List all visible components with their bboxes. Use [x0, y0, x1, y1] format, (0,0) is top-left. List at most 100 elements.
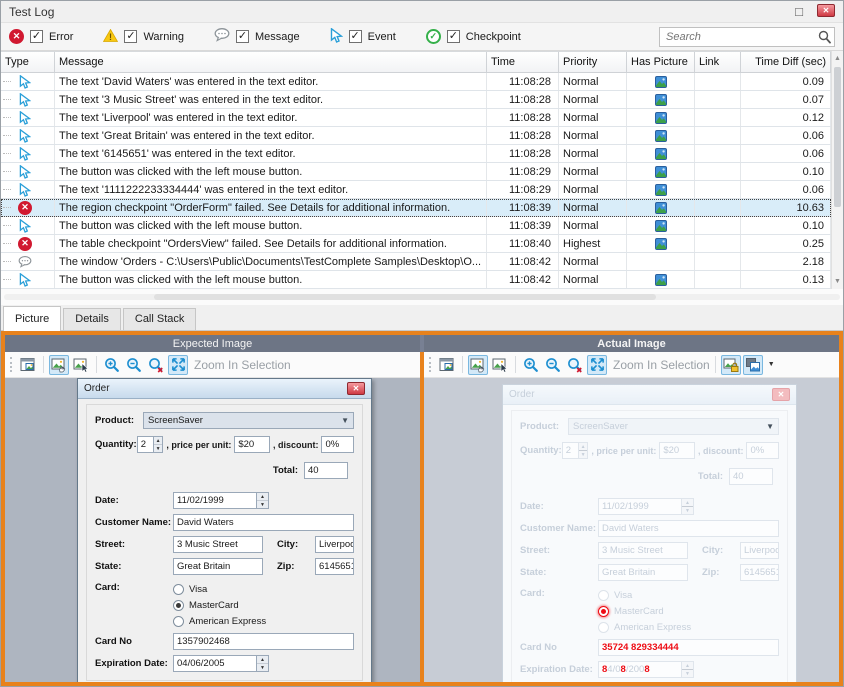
city-field[interactable]: Liverpool: [315, 536, 354, 553]
zoom-in-selection-button[interactable]: [587, 355, 607, 375]
radio-icon[interactable]: [173, 600, 184, 611]
expiration-stepper[interactable]: ▲▼: [257, 655, 269, 672]
state-field[interactable]: Great Britain: [173, 558, 263, 575]
date-stepper[interactable]: ▲▼: [682, 498, 694, 515]
zoom-in-selection-button[interactable]: [168, 355, 188, 375]
warning-checkbox[interactable]: [124, 30, 137, 43]
city-field[interactable]: Liverpool: [740, 542, 779, 559]
table-row[interactable]: The text '6145651' was entered in the te…: [1, 145, 831, 163]
select-mode-button[interactable]: [71, 355, 91, 375]
scrollbar-thumb[interactable]: [834, 67, 841, 207]
table-row[interactable]: The button was clicked with the left mou…: [1, 271, 831, 289]
table-row[interactable]: The window 'Orders - C:\Users\Public\Doc…: [1, 253, 831, 271]
col-type[interactable]: Type: [1, 52, 55, 72]
customer-name-field[interactable]: David Waters: [173, 514, 354, 531]
tab-call-stack[interactable]: Call Stack: [123, 308, 197, 330]
expiration-date-field[interactable]: 04/06/2005: [173, 655, 257, 672]
toolbar-grip[interactable]: [429, 357, 431, 372]
col-has-picture[interactable]: Has Picture: [627, 52, 695, 72]
product-dropdown[interactable]: ScreenSaver ▼: [143, 412, 354, 429]
table-row[interactable]: The text 'Liverpool' was entered in the …: [1, 109, 831, 127]
col-link[interactable]: Link: [695, 52, 741, 72]
date-field[interactable]: 11/02/1999: [173, 492, 257, 509]
state-field[interactable]: Great Britain: [598, 564, 688, 581]
date-stepper[interactable]: ▲▼: [257, 492, 269, 509]
select-mode-button[interactable]: [490, 355, 510, 375]
expected-image-canvas[interactable]: Order Product: ScreenSaver ▼: [5, 378, 420, 682]
col-time-diff[interactable]: Time Diff (sec): [741, 52, 831, 72]
toolbar-grip[interactable]: [10, 357, 12, 372]
quantity-field[interactable]: 2: [562, 442, 579, 459]
pan-mode-button[interactable]: [468, 355, 488, 375]
col-message[interactable]: Message: [55, 52, 487, 72]
view-actual-size-button[interactable]: [18, 355, 38, 375]
table-row[interactable]: The text '1111222233334444' was entered …: [1, 181, 831, 199]
checkpoint-checkbox[interactable]: [447, 30, 460, 43]
col-priority[interactable]: Priority: [559, 52, 627, 72]
quantity-stepper[interactable]: ▲▼: [579, 442, 588, 459]
radio-icon[interactable]: [598, 622, 609, 633]
radio-icon[interactable]: [173, 616, 184, 627]
zip-field[interactable]: 6145651: [315, 558, 354, 575]
sync-scroll-lock-button[interactable]: [721, 355, 741, 375]
total-field[interactable]: 40: [729, 468, 773, 485]
quantity-stepper[interactable]: ▲▼: [154, 436, 163, 453]
actual-image-canvas[interactable]: Order Product: ScreenSaver ▼: [424, 378, 839, 682]
tab-picture[interactable]: Picture: [3, 306, 61, 331]
product-dropdown[interactable]: ScreenSaver ▼: [568, 418, 779, 435]
table-row[interactable]: The button was clicked with the left mou…: [1, 163, 831, 181]
radio-icon[interactable]: [598, 590, 609, 601]
message-checkbox[interactable]: [236, 30, 249, 43]
zoom-out-button[interactable]: [543, 355, 563, 375]
search-input[interactable]: [659, 27, 835, 47]
h-scrollbar-thumb[interactable]: [154, 294, 656, 300]
close-icon[interactable]: [817, 4, 835, 17]
event-checkbox[interactable]: [349, 30, 362, 43]
table-row[interactable]: The button was clicked with the left mou…: [1, 217, 831, 235]
scroll-up-icon[interactable]: ▲: [832, 51, 843, 66]
discount-field[interactable]: 0%: [321, 436, 354, 453]
card-option-american-express[interactable]: American Express: [173, 614, 266, 629]
view-comparison-mode-button[interactable]: [743, 355, 763, 375]
table-row[interactable]: The text 'David Waters' was entered in t…: [1, 73, 831, 91]
street-field[interactable]: 3 Music Street: [598, 542, 688, 559]
scroll-down-icon[interactable]: ▼: [832, 274, 843, 289]
horizontal-scrollbar[interactable]: [1, 289, 843, 305]
radio-icon[interactable]: [598, 606, 609, 617]
quantity-field[interactable]: 2: [137, 436, 154, 453]
date-field[interactable]: 11/02/1999: [598, 498, 682, 515]
dropdown-arrow-icon[interactable]: ▼: [765, 361, 778, 368]
table-row[interactable]: The text '3 Music Street' was entered in…: [1, 91, 831, 109]
expiration-date-field[interactable]: 84/08/2008: [598, 661, 682, 678]
card-option-american-express[interactable]: American Express: [598, 620, 691, 635]
pan-mode-button[interactable]: [49, 355, 69, 375]
dialog-close-icon[interactable]: [347, 382, 365, 395]
total-field[interactable]: 40: [304, 462, 348, 479]
error-checkbox[interactable]: [30, 30, 43, 43]
discount-field[interactable]: 0%: [746, 442, 779, 459]
maximize-icon[interactable]: [791, 4, 807, 20]
dialog-close-icon[interactable]: [772, 388, 790, 401]
card-no-field[interactable]: 35724 829334444: [598, 639, 779, 656]
vertical-scrollbar[interactable]: ▲ ▼: [831, 51, 843, 289]
zoom-in-button[interactable]: [102, 355, 122, 375]
card-option-mastercard[interactable]: MasterCard: [173, 598, 266, 613]
table-row[interactable]: The text 'Great Britain' was entered in …: [1, 127, 831, 145]
zoom-reset-button[interactable]: [146, 355, 166, 375]
zoom-reset-button[interactable]: [565, 355, 585, 375]
card-option-visa[interactable]: Visa: [598, 588, 691, 603]
col-time[interactable]: Time: [487, 52, 559, 72]
street-field[interactable]: 3 Music Street: [173, 536, 263, 553]
table-row[interactable]: The table checkpoint "OrdersView" failed…: [1, 235, 831, 253]
expiration-stepper[interactable]: ▲▼: [682, 661, 694, 678]
customer-name-field[interactable]: David Waters: [598, 520, 779, 537]
tab-details[interactable]: Details: [63, 308, 121, 330]
price-per-unit-field[interactable]: $20: [659, 442, 695, 459]
card-option-visa[interactable]: Visa: [173, 582, 266, 597]
zoom-out-button[interactable]: [124, 355, 144, 375]
price-per-unit-field[interactable]: $20: [234, 436, 270, 453]
radio-icon[interactable]: [173, 584, 184, 595]
zoom-in-button[interactable]: [521, 355, 541, 375]
table-row[interactable]: The region checkpoint "OrderForm" failed…: [1, 199, 831, 217]
card-option-mastercard[interactable]: MasterCard: [598, 604, 691, 619]
